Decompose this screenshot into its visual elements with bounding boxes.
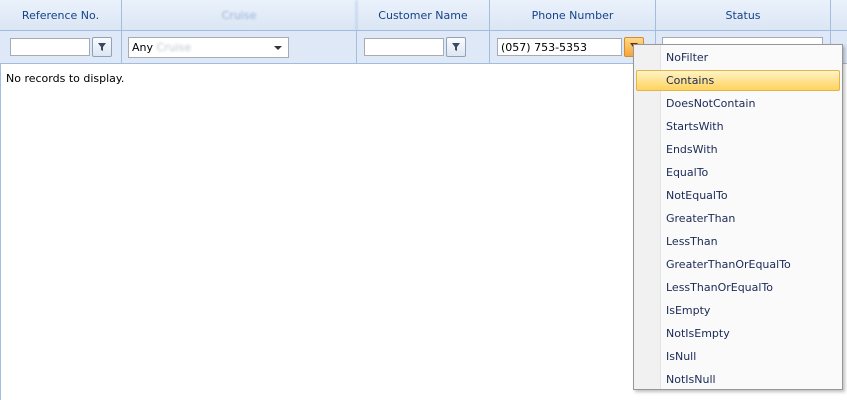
filter-option-ends-with[interactable]: EndsWith [636, 139, 840, 160]
filter-operator-menu: NoFilter Contains DoesNotContain StartsWith… [633, 44, 843, 390]
filter-option-greater-than[interactable]: GreaterThan [636, 208, 840, 229]
grid-header-row: Reference No. Cruise Customer Name Phone… [0, 0, 847, 31]
funnel-icon [98, 43, 106, 51]
filter-option-is-empty[interactable]: IsEmpty [636, 300, 840, 321]
column-header-phone-number[interactable]: Phone Number [490, 0, 656, 31]
filter-option-less-than-or-equal-to[interactable]: LessThanOrEqualTo [636, 277, 840, 298]
column-header-label: Phone Number [531, 9, 614, 22]
column-header-label: Reference No. [21, 9, 100, 22]
column-header-customer-name[interactable]: Customer Name [357, 0, 490, 31]
filter-cell-reference-no [0, 31, 122, 64]
filter-option-contains[interactable]: Contains [636, 70, 840, 91]
filter-option-not-equal-to[interactable]: NotEqualTo [636, 185, 840, 206]
reference-filter-input[interactable] [10, 38, 90, 56]
cruise-filter-dropdown[interactable]: Any Cruise [128, 37, 289, 58]
filter-cell-customer-name [357, 31, 490, 64]
column-header-cruise[interactable]: Cruise [122, 0, 357, 31]
grid-left-border [0, 64, 1, 400]
column-header-label: Customer Name [378, 9, 468, 22]
column-header-reference-no[interactable]: Reference No. [0, 0, 122, 31]
cruise-filter-value-prefix: Any [132, 41, 154, 54]
filter-option-greater-than-or-equal-to[interactable]: GreaterThanOrEqualTo [636, 254, 840, 275]
filter-option-does-not-contain[interactable]: DoesNotContain [636, 93, 840, 114]
column-header-status[interactable]: Status [656, 0, 831, 31]
column-header-label: Status [725, 9, 761, 22]
data-grid: Reference No. Cruise Customer Name Phone… [0, 0, 847, 400]
empty-message: No records to display. [6, 72, 125, 85]
funnel-icon [452, 43, 460, 51]
cruise-filter-value-rest: Cruise [156, 41, 192, 54]
filter-option-starts-with[interactable]: StartsWith [636, 116, 840, 137]
filter-option-less-than[interactable]: LessThan [636, 231, 840, 252]
reference-filter-button[interactable] [92, 37, 112, 57]
column-header-filler [831, 0, 847, 31]
chevron-down-icon [274, 46, 282, 50]
customer-filter-input[interactable] [364, 38, 444, 56]
filter-option-not-is-null[interactable]: NotIsNull [636, 369, 840, 390]
filter-option-equal-to[interactable]: EqualTo [636, 162, 840, 183]
filter-cell-cruise: Any Cruise [122, 31, 357, 64]
phone-filter-input[interactable] [497, 38, 622, 56]
filter-cell-phone-number [490, 31, 656, 64]
filter-option-is-null[interactable]: IsNull [636, 346, 840, 367]
filter-option-not-is-empty[interactable]: NotIsEmpty [636, 323, 840, 344]
filter-option-no-filter[interactable]: NoFilter [636, 47, 840, 68]
customer-filter-button[interactable] [446, 37, 466, 57]
column-header-label: Cruise [221, 9, 257, 22]
